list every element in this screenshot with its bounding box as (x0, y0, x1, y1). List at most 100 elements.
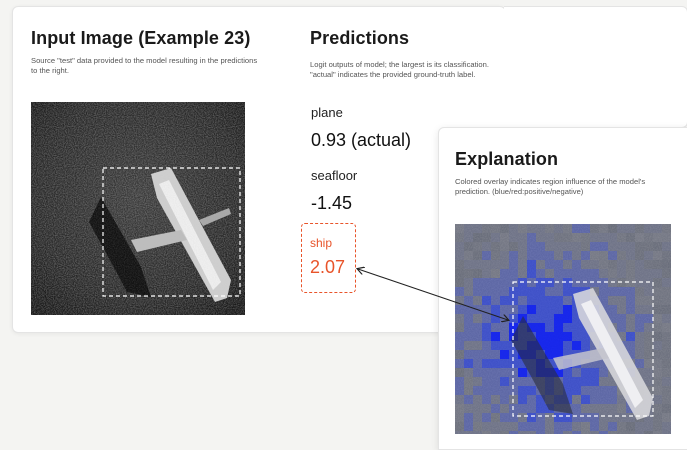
explanation-description: Colored overlay indicates region influen… (455, 177, 646, 196)
heat-cell (644, 296, 653, 305)
heat-cell (518, 242, 527, 251)
heat-cell (635, 224, 644, 233)
heat-cell (572, 413, 581, 422)
heat-cell (545, 260, 554, 269)
heat-cell (491, 287, 500, 296)
heat-cell (500, 386, 509, 395)
heat-cell (653, 368, 662, 377)
heat-cell (455, 242, 464, 251)
heat-cell (464, 350, 473, 359)
heat-cell (563, 422, 572, 431)
heat-cell (617, 296, 626, 305)
heat-cell (590, 377, 599, 386)
heat-cell (482, 413, 491, 422)
heat-cell (662, 359, 671, 368)
heat-cell (554, 323, 563, 332)
heat-cell (662, 431, 671, 434)
heat-cell (662, 395, 671, 404)
heat-cell (617, 305, 626, 314)
heat-cell (599, 242, 608, 251)
explanation-title: Explanation (455, 149, 559, 169)
heat-cell (626, 314, 635, 323)
heat-cell (455, 269, 464, 278)
heat-cell (455, 224, 464, 233)
heat-cell (536, 287, 545, 296)
heat-cell (581, 431, 590, 434)
heat-cell (581, 404, 590, 413)
heat-cell (662, 323, 671, 332)
heat-cell (608, 233, 617, 242)
heat-cell (500, 296, 509, 305)
heat-cell (626, 305, 635, 314)
heat-cell (599, 431, 608, 434)
heat-cell (491, 395, 500, 404)
heat-cell (473, 359, 482, 368)
heat-cell (617, 269, 626, 278)
heat-cell (662, 242, 671, 251)
heat-cell (518, 413, 527, 422)
heat-cell (455, 314, 464, 323)
predictions-description: Logit outputs of model; the largest is i… (310, 60, 489, 79)
heat-cell (464, 296, 473, 305)
heat-cell (455, 251, 464, 260)
heat-cell (500, 359, 509, 368)
heat-cell (509, 422, 518, 431)
heat-cell (482, 242, 491, 251)
heat-cell (572, 242, 581, 251)
heat-cell (455, 260, 464, 269)
heat-cell (554, 269, 563, 278)
predictions-title: Predictions (310, 28, 410, 48)
heat-cell (635, 323, 644, 332)
heat-cell (653, 386, 662, 395)
heat-cell (563, 305, 572, 314)
heat-cell (572, 377, 581, 386)
heat-cell (563, 368, 572, 377)
heat-cell (500, 242, 509, 251)
heat-cell (482, 233, 491, 242)
heat-cell (464, 386, 473, 395)
heat-cell (563, 233, 572, 242)
heat-cell (617, 233, 626, 242)
heat-cell (527, 395, 536, 404)
heat-cell (464, 260, 473, 269)
heat-cell (509, 269, 518, 278)
heat-cell (653, 323, 662, 332)
heat-cell (599, 395, 608, 404)
heat-cell (626, 260, 635, 269)
heat-cell (662, 314, 671, 323)
heat-cell (599, 368, 608, 377)
heat-cell (536, 422, 545, 431)
heat-cell (473, 341, 482, 350)
heat-cell (617, 251, 626, 260)
heat-cell (482, 260, 491, 269)
heat-cell (617, 323, 626, 332)
heat-cell (518, 233, 527, 242)
heat-cell (644, 323, 653, 332)
heat-cell (626, 296, 635, 305)
heat-cell (473, 260, 482, 269)
heat-cell (653, 296, 662, 305)
heat-cell (464, 242, 473, 251)
heat-cell (536, 323, 545, 332)
heat-cell (500, 323, 509, 332)
heat-cell (455, 233, 464, 242)
heat-cell (455, 341, 464, 350)
heat-cell (581, 368, 590, 377)
heat-cell (473, 404, 482, 413)
heat-cell (464, 404, 473, 413)
heat-cell (527, 386, 536, 395)
heat-cell (662, 224, 671, 233)
heat-cell (554, 251, 563, 260)
heat-cell (626, 287, 635, 296)
heat-cell (653, 431, 662, 434)
heat-cell (662, 296, 671, 305)
heat-cell (662, 269, 671, 278)
heat-cell (635, 332, 644, 341)
heat-cell (518, 269, 527, 278)
heat-cell (590, 224, 599, 233)
heat-cell (617, 413, 626, 422)
heat-cell (644, 251, 653, 260)
heat-cell (545, 413, 554, 422)
heat-cell (491, 233, 500, 242)
heat-cell (491, 404, 500, 413)
